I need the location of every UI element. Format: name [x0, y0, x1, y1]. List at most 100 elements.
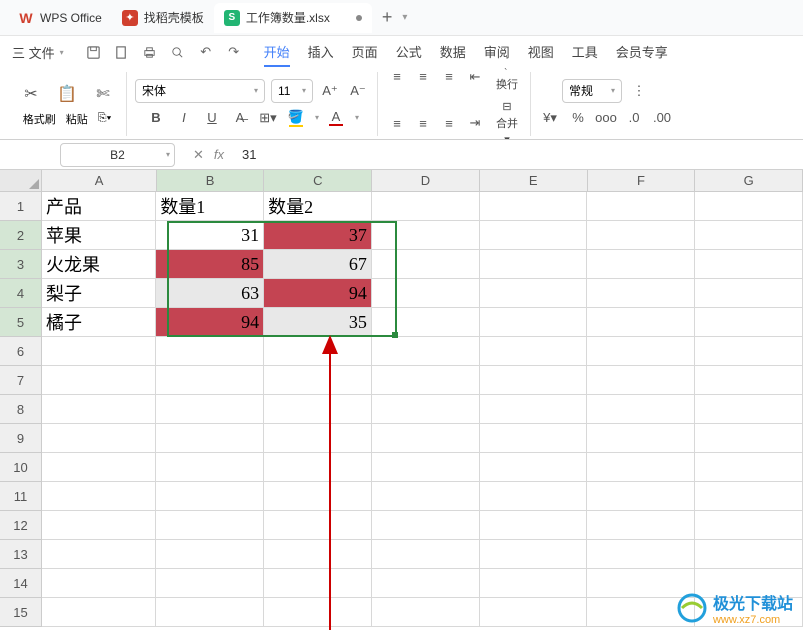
cell[interactable]	[372, 424, 480, 453]
cell[interactable]	[695, 482, 803, 511]
cell[interactable]	[156, 482, 264, 511]
row-header[interactable]: 9	[0, 424, 42, 453]
cell[interactable]	[480, 279, 588, 308]
wrap-button[interactable]: ⤶换行	[492, 68, 522, 94]
cell[interactable]	[480, 598, 588, 627]
tab-formula[interactable]: 公式	[396, 38, 422, 67]
cell[interactable]	[587, 482, 695, 511]
cell[interactable]	[372, 395, 480, 424]
row-header[interactable]: 2	[0, 221, 42, 250]
cell[interactable]	[372, 540, 480, 569]
align-bottom-icon[interactable]: ≡	[438, 68, 460, 88]
tab-member[interactable]: 会员专享	[616, 38, 668, 67]
cell[interactable]: 苹果	[42, 221, 156, 250]
number-format-select[interactable]: 常规▾	[562, 79, 622, 103]
cell[interactable]: 火龙果	[42, 250, 156, 279]
comma-icon[interactable]: ooo	[595, 107, 617, 129]
cell[interactable]	[156, 424, 264, 453]
cell[interactable]	[42, 337, 156, 366]
cell[interactable]	[695, 308, 803, 337]
cell[interactable]	[264, 395, 372, 424]
cell[interactable]	[587, 424, 695, 453]
tab-view[interactable]: 视图	[528, 38, 554, 67]
cell[interactable]	[42, 598, 156, 627]
cell[interactable]	[695, 395, 803, 424]
cell[interactable]	[695, 424, 803, 453]
cell[interactable]	[480, 569, 588, 598]
cell[interactable]	[695, 540, 803, 569]
copy-icon[interactable]: ⎘▾	[98, 112, 111, 125]
cell[interactable]	[587, 308, 695, 337]
cell[interactable]	[156, 540, 264, 569]
fx-icon[interactable]: fx	[214, 147, 224, 163]
font-family-select[interactable]: 宋体▾	[135, 79, 265, 103]
indent-left-icon[interactable]: ⇤	[464, 68, 486, 88]
cell[interactable]	[587, 192, 695, 221]
row-header[interactable]: 13	[0, 540, 42, 569]
cell[interactable]	[587, 366, 695, 395]
row-header[interactable]: 5	[0, 308, 42, 337]
col-header-d[interactable]: D	[372, 170, 480, 191]
align-right-icon[interactable]: ≡	[438, 112, 460, 134]
format-brush-button[interactable]: ✂	[16, 81, 46, 107]
cell[interactable]: 37	[264, 221, 372, 250]
font-color-button[interactable]: A	[325, 107, 347, 129]
cell[interactable]	[42, 482, 156, 511]
cell[interactable]	[480, 192, 588, 221]
undo-icon[interactable]: ↶	[198, 44, 214, 60]
cell[interactable]	[264, 482, 372, 511]
row-header[interactable]: 12	[0, 511, 42, 540]
cell[interactable]: 31	[156, 221, 264, 250]
cell[interactable]	[42, 424, 156, 453]
dec-dec-icon[interactable]: .00	[651, 107, 673, 129]
cell[interactable]	[480, 424, 588, 453]
cell[interactable]	[156, 598, 264, 627]
cell[interactable]	[372, 366, 480, 395]
cell[interactable]	[587, 540, 695, 569]
cancel-formula-icon[interactable]: ✕	[193, 147, 204, 163]
cell[interactable]	[480, 482, 588, 511]
cell[interactable]	[587, 221, 695, 250]
cell[interactable]	[372, 598, 480, 627]
row-header[interactable]: 1	[0, 192, 42, 221]
merge-button[interactable]: ⊟合并▾	[492, 98, 522, 140]
col-header-a[interactable]: A	[42, 170, 156, 191]
cell[interactable]	[156, 569, 264, 598]
row-header[interactable]: 8	[0, 395, 42, 424]
tab-insert[interactable]: 插入	[308, 38, 334, 67]
col-header-b[interactable]: B	[157, 170, 265, 191]
col-header-f[interactable]: F	[588, 170, 696, 191]
cell[interactable]: 梨子	[42, 279, 156, 308]
redo-icon[interactable]: ↷	[226, 44, 242, 60]
col-header-c[interactable]: C	[264, 170, 372, 191]
cell[interactable]	[372, 569, 480, 598]
cell[interactable]	[42, 453, 156, 482]
cell[interactable]	[695, 250, 803, 279]
cell[interactable]: 85	[156, 250, 264, 279]
italic-button[interactable]: I	[173, 107, 195, 129]
border-button[interactable]: ⊞▾	[257, 107, 279, 129]
cell[interactable]	[264, 598, 372, 627]
cell[interactable]	[264, 511, 372, 540]
row-header[interactable]: 14	[0, 569, 42, 598]
cell[interactable]	[695, 192, 803, 221]
tab-start[interactable]: 开始	[264, 38, 290, 67]
cell[interactable]	[480, 250, 588, 279]
cell[interactable]	[372, 337, 480, 366]
cell[interactable]	[695, 279, 803, 308]
strikethrough-button[interactable]: A̶	[229, 107, 251, 129]
font-size-select[interactable]: 11▾	[271, 79, 313, 103]
indent-right-icon[interactable]: ⇥	[464, 112, 486, 134]
col-header-g[interactable]: G	[695, 170, 803, 191]
currency-icon[interactable]: ¥▾	[539, 107, 561, 129]
row-header[interactable]: 11	[0, 482, 42, 511]
percent-icon[interactable]: %	[567, 107, 589, 129]
tab-chevron-icon[interactable]: ▾	[402, 12, 407, 23]
sum-icon[interactable]: ⋮	[628, 80, 650, 102]
cell[interactable]	[480, 308, 588, 337]
paste-button[interactable]: 📋	[52, 81, 82, 107]
cell[interactable]	[156, 337, 264, 366]
cell[interactable]	[264, 366, 372, 395]
cell[interactable]	[372, 453, 480, 482]
tab-tools[interactable]: 工具	[572, 38, 598, 67]
